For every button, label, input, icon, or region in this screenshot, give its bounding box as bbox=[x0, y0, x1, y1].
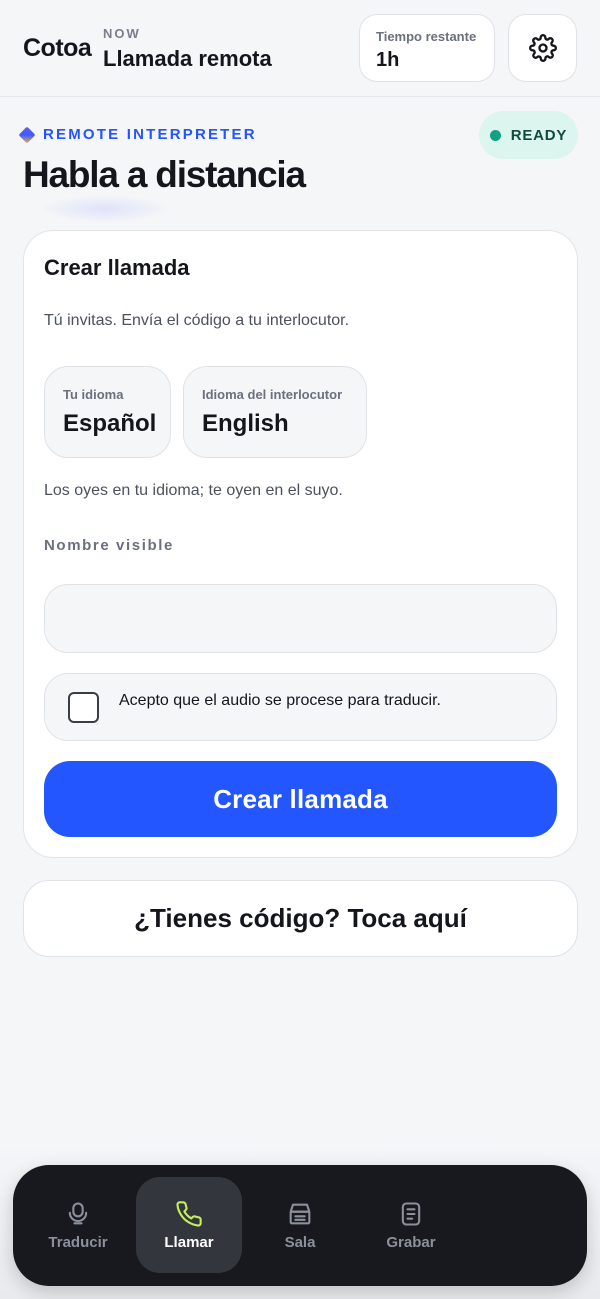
time-remaining-label: Tiempo restante bbox=[376, 29, 477, 44]
bottom-nav: Traducir Llamar Sala Grabar bbox=[13, 1165, 587, 1286]
my-language-selector[interactable]: Tu idioma Español bbox=[44, 366, 171, 458]
screen-title: Llamada remota bbox=[103, 46, 272, 71]
time-remaining-box[interactable]: Tiempo restante 1h bbox=[359, 14, 495, 82]
status-badge: READY bbox=[479, 111, 578, 159]
section-kicker: REMOTE INTERPRETER bbox=[43, 126, 257, 143]
document-icon bbox=[401, 1201, 421, 1226]
my-language-value: Español bbox=[63, 410, 157, 437]
kicker-row: REMOTE INTERPRETER bbox=[18, 126, 257, 143]
diamond-icon bbox=[18, 126, 36, 143]
consent-row[interactable]: Acepto que el audio se procese para trad… bbox=[44, 673, 557, 741]
card-title: Crear llamada bbox=[44, 255, 190, 280]
brand-logo: Cotoa bbox=[23, 34, 92, 62]
settings-button[interactable] bbox=[508, 14, 577, 82]
phone-icon bbox=[176, 1200, 202, 1227]
card-subtitle: Tú invitas. Envía el código a tu interlo… bbox=[44, 312, 350, 329]
room-icon bbox=[289, 1203, 311, 1224]
status-dot-icon bbox=[489, 129, 501, 141]
display-name-input[interactable] bbox=[44, 584, 557, 653]
page-title: Habla a distancia bbox=[23, 154, 306, 195]
nav-item-traducir[interactable]: Traducir bbox=[25, 1177, 131, 1273]
peer-language-value: English bbox=[202, 410, 289, 437]
nav-label-llamar: Llamar bbox=[164, 1233, 214, 1251]
status-text: READY bbox=[510, 126, 568, 144]
hero-glow bbox=[40, 195, 170, 223]
consent-text: Acepto que el audio se procese para trad… bbox=[119, 692, 441, 709]
time-remaining-value: 1h bbox=[376, 49, 400, 71]
nav-label-grabar: Grabar bbox=[386, 1233, 436, 1251]
consent-checkbox[interactable] bbox=[68, 692, 99, 723]
nav-item-llamar[interactable]: Llamar bbox=[136, 1177, 242, 1273]
my-language-label: Tu idioma bbox=[63, 387, 124, 402]
create-call-card: Crear llamada Tú invitas. Envía el códig… bbox=[23, 230, 578, 858]
nav-item-grabar[interactable]: Grabar bbox=[358, 1177, 464, 1273]
nav-label-traducir: Traducir bbox=[48, 1233, 108, 1251]
language-note: Los oyes en tu idioma; te oyen en el suy… bbox=[44, 482, 343, 499]
peer-language-selector[interactable]: Idioma del interlocutor English bbox=[183, 366, 367, 458]
peer-language-label: Idioma del interlocutor bbox=[202, 387, 343, 402]
create-call-button[interactable]: Crear llamada bbox=[44, 761, 557, 837]
display-name-label: Nombre visible bbox=[44, 537, 174, 554]
now-label: NOW bbox=[103, 26, 141, 41]
gear-icon bbox=[528, 34, 557, 62]
nav-label-sala: Sala bbox=[284, 1233, 316, 1251]
nav-item-sala[interactable]: Sala bbox=[247, 1177, 353, 1273]
microphone-icon bbox=[68, 1201, 88, 1224]
app-header: Cotoa NOW Llamada remota Tiempo restante… bbox=[0, 0, 600, 97]
join-with-code-button[interactable]: ¿Tienes código? Toca aquí bbox=[23, 880, 578, 957]
